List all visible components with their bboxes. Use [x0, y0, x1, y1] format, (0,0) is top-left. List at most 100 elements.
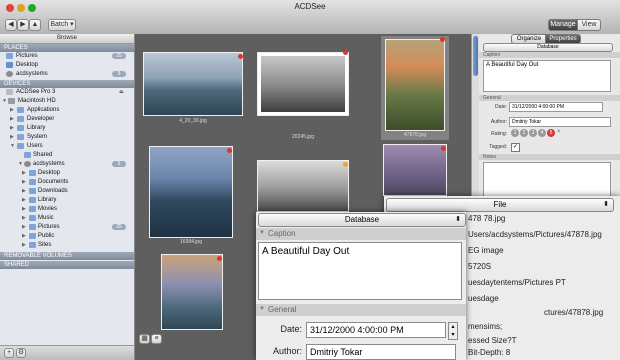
disclosure-closed-icon[interactable]: ▶: [22, 205, 26, 214]
shared-section-header: SHARED: [0, 261, 134, 269]
sidebar-item-applications[interactable]: ▶ Applications: [0, 106, 128, 115]
sidebar-item-desktop-folder[interactable]: ▶ Desktop: [0, 169, 128, 178]
sidebar-item-label: Sites: [38, 242, 52, 248]
file-selector[interactable]: File ⬍: [386, 198, 614, 212]
sidebar-item-public[interactable]: ▶ Public: [0, 232, 128, 241]
sidebar-item-users[interactable]: ▼ Users: [0, 142, 128, 151]
disclosure-closed-icon[interactable]: ▶: [22, 232, 26, 241]
back-button[interactable]: ◀: [5, 19, 17, 31]
count-badge: 9: [112, 71, 126, 77]
folder-icon: [29, 188, 36, 194]
clear-rating-icon[interactable]: ×: [557, 129, 561, 135]
thumbnail-image[interactable]: [143, 52, 243, 116]
disclosure-closed-icon[interactable]: ▶: [22, 178, 26, 187]
date-stepper[interactable]: ▴ ▾: [448, 322, 458, 340]
caption-field[interactable]: A Beautiful Day Out: [483, 60, 611, 92]
sidebar-item-desktop[interactable]: Desktop: [0, 61, 128, 70]
thumbnail-cell[interactable]: 20245.jpg: [257, 50, 349, 140]
tag-marker-icon: [238, 54, 243, 59]
sidebar-item-pictures[interactable]: Pictures 25: [0, 52, 128, 61]
thumbnail-image[interactable]: [161, 254, 223, 330]
tagged-checkbox[interactable]: ✓: [511, 143, 520, 152]
chevron-down-icon: ▾: [68, 21, 74, 28]
sidebar-item-acdsystems-home[interactable]: ▼ acdsystems 9: [0, 160, 128, 169]
manage-mode-button[interactable]: Manage: [548, 19, 578, 31]
sidebar-item-music[interactable]: ▶ Music: [0, 214, 128, 223]
date-field[interactable]: 31/12/2000 4:00:00 PM: [509, 102, 603, 112]
thumbnail-cell[interactable]: [257, 160, 349, 218]
database-selector[interactable]: Database ⬍: [258, 213, 466, 227]
thumbnail-image[interactable]: [149, 146, 233, 238]
devices-section-header: DEVICES: [0, 80, 134, 88]
disclosure-closed-icon[interactable]: ▶: [10, 106, 14, 115]
disclosure-open-icon[interactable]: ▼: [10, 142, 15, 151]
author-field[interactable]: Dmitriy Tokar: [306, 344, 456, 360]
sidebar-item-label: Shared: [33, 152, 53, 158]
thumbnail-cell[interactable]: 4_20_30.jpg: [143, 52, 243, 127]
sidebar-item-downloads[interactable]: ▶ Downloads: [0, 187, 128, 196]
sidebar-item-system[interactable]: ▶ System: [0, 133, 128, 142]
thumbnail-image[interactable]: [257, 52, 349, 116]
rating-5-button[interactable]: 5: [547, 129, 555, 137]
disclosure-closed-icon[interactable]: ▶: [10, 124, 14, 133]
grid-view-button[interactable]: ▦: [139, 334, 150, 344]
up-button[interactable]: ▲: [29, 19, 41, 31]
caption-field[interactable]: A Beautiful Day Out: [258, 242, 462, 300]
author-field[interactable]: Dmitriy Tokar: [509, 117, 611, 127]
disclosure-closed-icon[interactable]: ▶: [10, 115, 14, 124]
thumbnail-image[interactable]: [385, 39, 445, 131]
eject-icon[interactable]: ⏏: [119, 88, 124, 97]
batch-menu-button[interactable]: Batch ▾: [48, 19, 76, 31]
metadata-selector[interactable]: Database: [483, 43, 613, 52]
disclosure-open-icon[interactable]: ▼: [259, 230, 265, 236]
rating-2-button[interactable]: 2: [520, 129, 528, 137]
sidebar-item-sites[interactable]: ▶ Sites: [0, 241, 128, 250]
scrollbar-thumb[interactable]: [473, 36, 478, 76]
sidebar-item-shared[interactable]: Shared: [0, 151, 128, 160]
disclosure-open-icon[interactable]: ▼: [2, 97, 7, 106]
folder-icon: [17, 125, 24, 131]
sidebar-item-acdsee-pro[interactable]: ACDSee Pro 3 ⏏: [0, 88, 128, 97]
sidebar-item-developer[interactable]: ▶ Developer: [0, 115, 128, 124]
sidebar-item-movies[interactable]: ▶ Movies: [0, 205, 128, 214]
disclosure-closed-icon[interactable]: ▶: [10, 133, 14, 142]
thumbnail-cell-selected[interactable]: 47878.jpg: [381, 36, 449, 140]
notes-field[interactable]: [483, 162, 611, 198]
folder-icon: [29, 224, 36, 230]
forward-button[interactable]: ▶: [17, 19, 29, 31]
list-icon: ≡: [154, 335, 159, 342]
action-button[interactable]: ⚙: [16, 348, 26, 358]
disclosure-closed-icon[interactable]: ▶: [22, 196, 26, 205]
thumbnail-cell[interactable]: [383, 144, 447, 196]
rating-3-button[interactable]: 3: [529, 129, 537, 137]
thumbnail-image[interactable]: [257, 160, 349, 212]
disclosure-closed-icon[interactable]: ▶: [22, 223, 26, 232]
thumbnail-cell[interactable]: 16584.jpg: [149, 146, 233, 246]
rating-control[interactable]: 1 2 3 4 5 ×: [511, 129, 571, 138]
rating-1-button[interactable]: 1: [511, 129, 519, 137]
thumbnail-image[interactable]: [383, 144, 447, 196]
disclosure-open-icon[interactable]: ▼: [259, 306, 265, 312]
sidebar-item-documents[interactable]: ▶ Documents: [0, 178, 128, 187]
thumbnail-cell[interactable]: [161, 254, 223, 330]
disclosure-open-icon[interactable]: ▼: [18, 160, 23, 169]
thumbnail-filename: 16584.jpg: [180, 239, 202, 245]
sidebar-item-pictures-folder[interactable]: ▶ Pictures 25: [0, 223, 128, 232]
disclosure-closed-icon[interactable]: ▶: [22, 187, 26, 196]
removable-volumes-section-header: REMOVABLE VOLUMES: [0, 252, 134, 260]
date-field[interactable]: 31/12/2000 4:00:00 PM: [306, 322, 446, 338]
sidebar-item-macintosh-hd[interactable]: ▼ Macintosh HD: [0, 97, 128, 106]
rating-4-button[interactable]: 4: [538, 129, 546, 137]
add-button[interactable]: +: [4, 348, 14, 358]
disclosure-closed-icon[interactable]: ▶: [22, 169, 26, 178]
sidebar-item-library[interactable]: ▶ Library: [0, 124, 128, 133]
file-size-value: 5720S: [468, 262, 492, 271]
notes-section-header: Notes: [479, 154, 620, 160]
sidebar-item-acdsystems[interactable]: acdsystems 9: [0, 70, 128, 79]
view-mode-button[interactable]: View: [577, 19, 601, 31]
disclosure-closed-icon[interactable]: ▶: [22, 214, 26, 223]
drive-icon: [6, 89, 13, 95]
list-view-button[interactable]: ≡: [151, 334, 162, 344]
disclosure-closed-icon[interactable]: ▶: [22, 241, 26, 250]
sidebar-item-library-user[interactable]: ▶ Library: [0, 196, 128, 205]
